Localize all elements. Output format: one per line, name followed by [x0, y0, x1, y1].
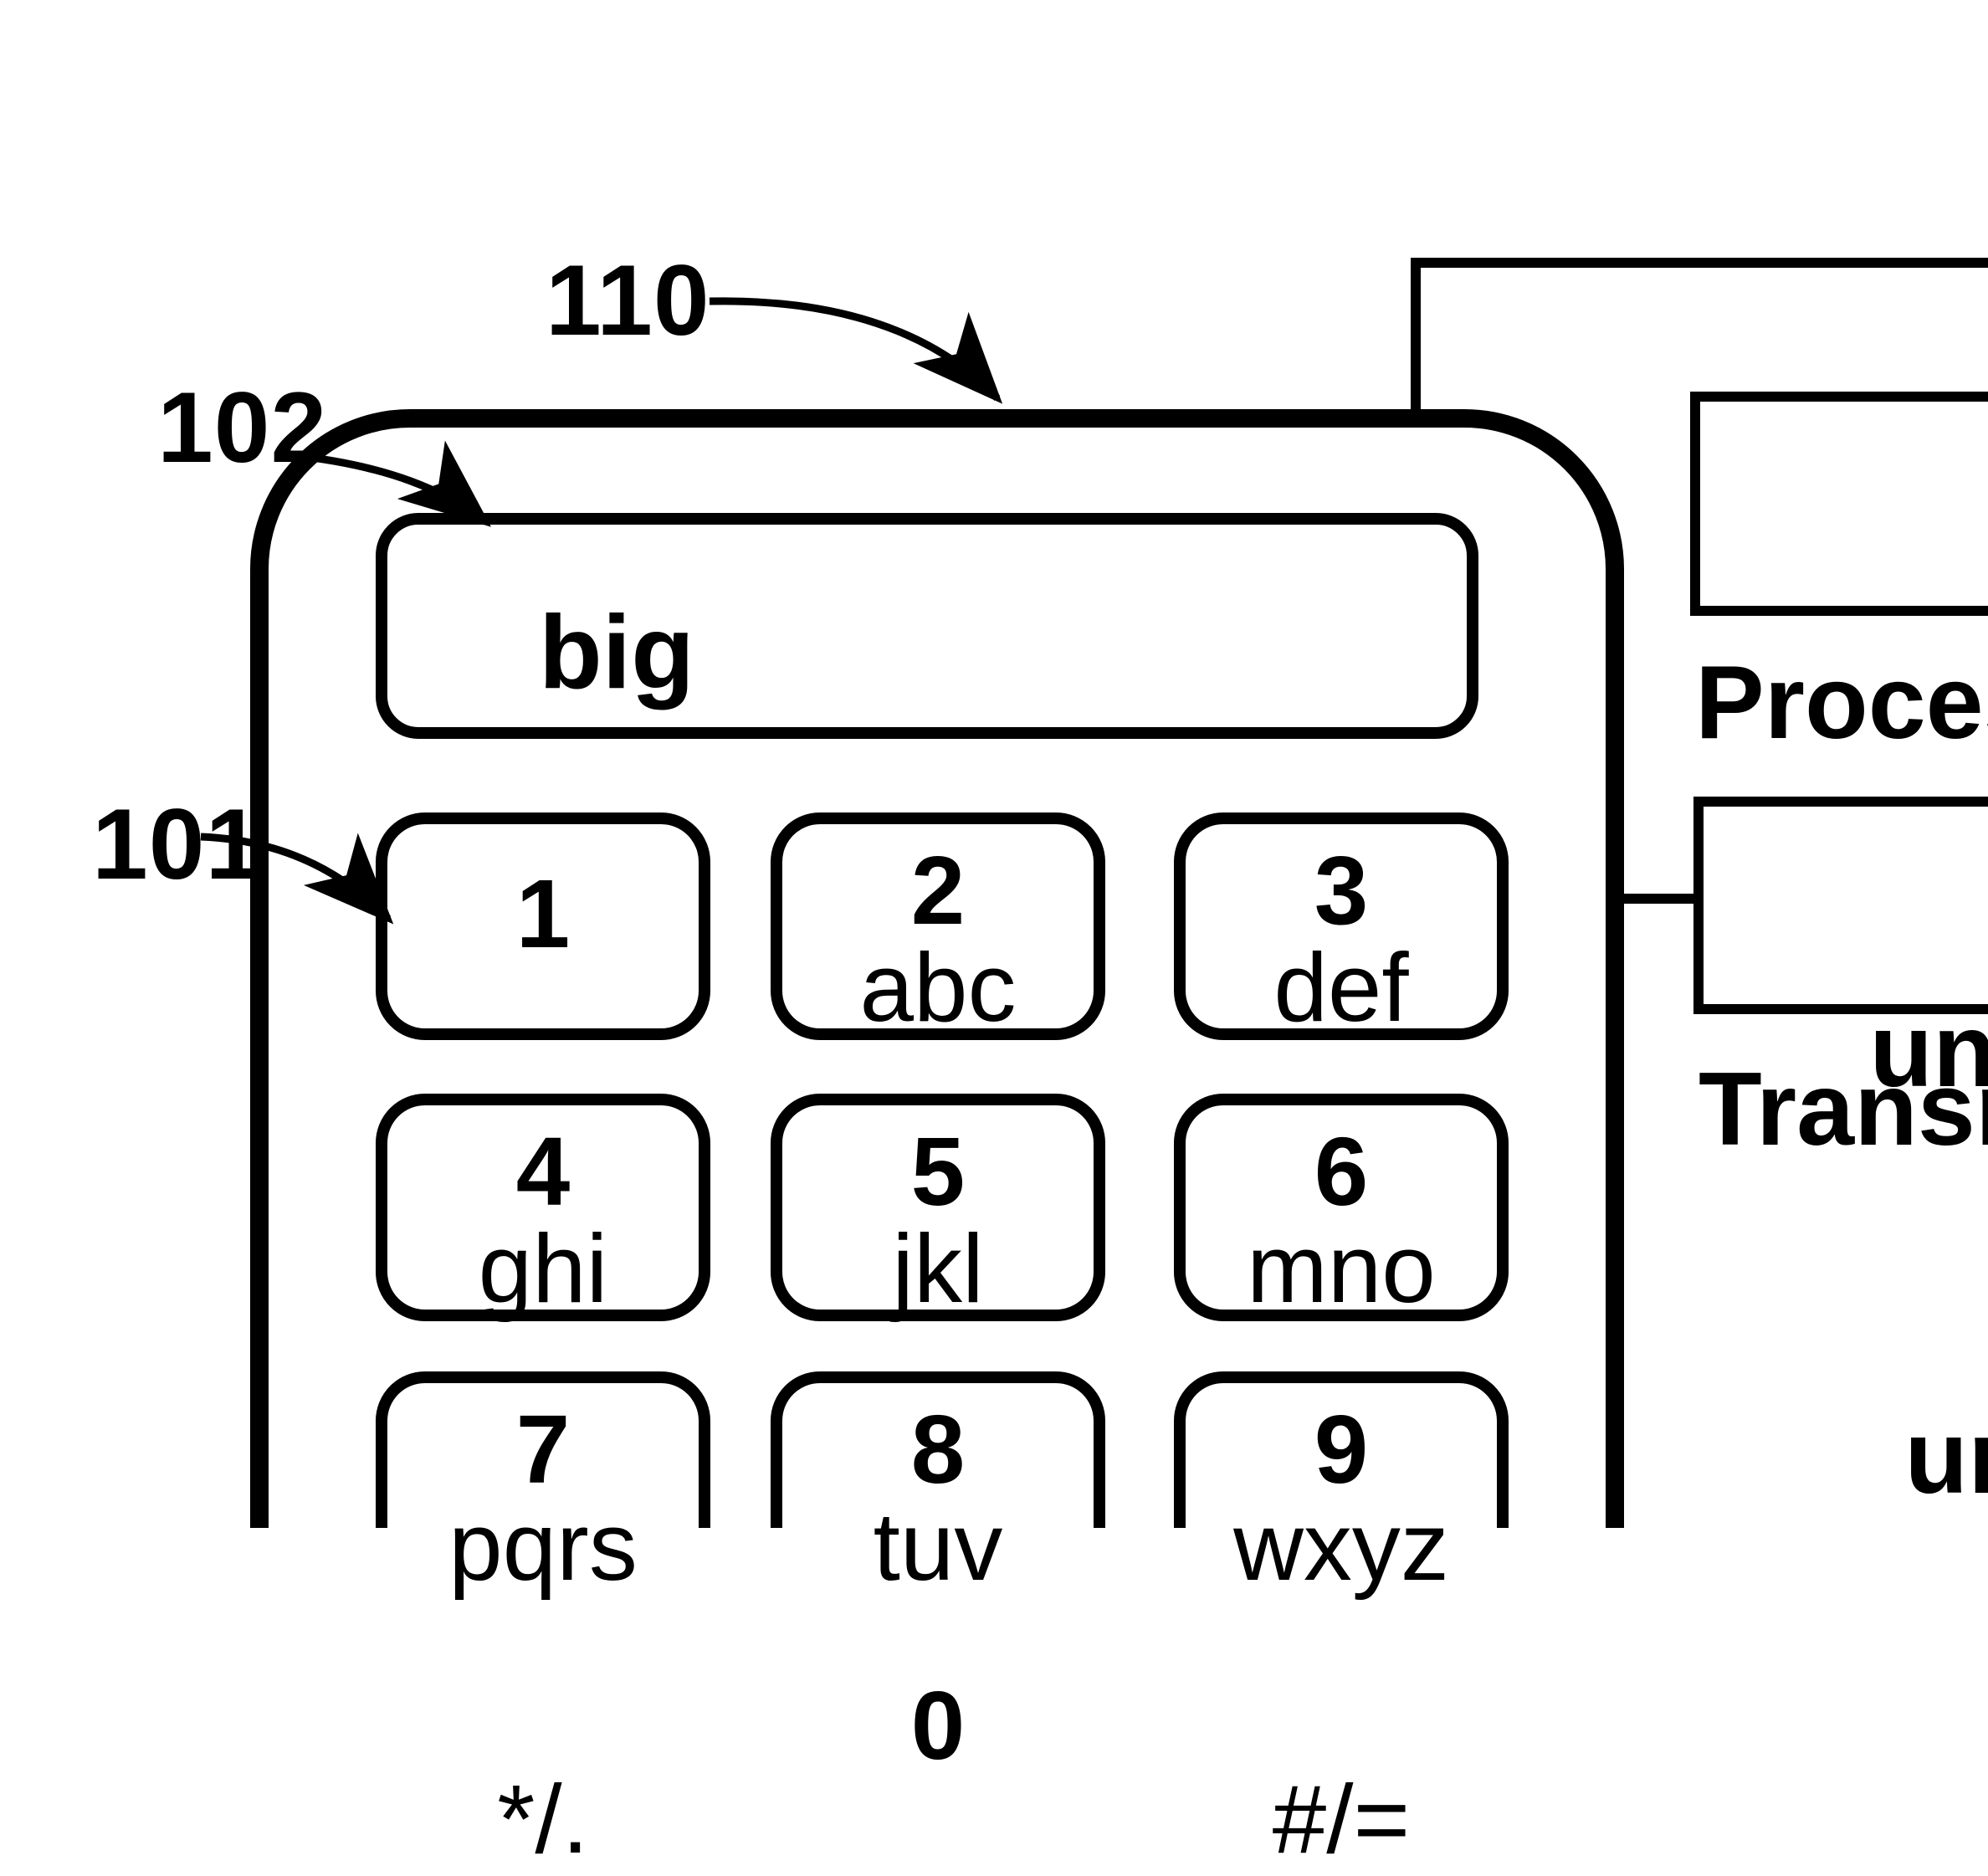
- patent-figure: 110 102 101 120 130 140 100 big Processi…: [0, 0, 1988, 1874]
- key-4[interactable]: 4 ghi: [382, 1099, 705, 1324]
- key-0[interactable]: 0: [776, 1653, 1099, 1869]
- key-7-letters: pqrs: [448, 1493, 638, 1602]
- key-7-digit: 7: [515, 1396, 571, 1504]
- key-8-digit: 8: [910, 1396, 966, 1504]
- key-9-digit: 9: [1314, 1396, 1369, 1504]
- ref-label-110: 110: [546, 244, 710, 356]
- ref-label-101: 101: [92, 788, 263, 900]
- key-1[interactable]: 1: [382, 818, 705, 1034]
- key-4-letters: ghi: [478, 1215, 608, 1324]
- key-1-digit: 1: [515, 860, 571, 969]
- key-2-digit: 2: [910, 837, 966, 946]
- key-6-digit: 6: [1314, 1118, 1369, 1227]
- key-0-digit: 0: [910, 1672, 966, 1781]
- key-hash-symbol: #/=: [1272, 1766, 1411, 1874]
- key-7[interactable]: 7 pqrs: [382, 1377, 705, 1602]
- ref-label-102: 102: [157, 372, 328, 484]
- transmission-unit-label: Transmission unit: [1699, 820, 1988, 1750]
- key-hash[interactable]: #/=: [1180, 1653, 1503, 1874]
- key-5-letters: jkl: [892, 1215, 984, 1324]
- processing-unit-label-line1: Processing: [1695, 645, 1988, 761]
- key-4-digit: 4: [515, 1118, 571, 1227]
- key-star[interactable]: */.: [382, 1653, 705, 1874]
- key-5-digit: 5: [910, 1118, 966, 1227]
- transmission-unit-label-line1: Transmission: [1699, 1052, 1988, 1168]
- key-2-letters: abc: [859, 934, 1017, 1043]
- key-9-letters: wxyz: [1233, 1493, 1449, 1602]
- key-8[interactable]: 8 tuv: [776, 1377, 1099, 1602]
- key-6-letters: mno: [1247, 1215, 1436, 1324]
- key-5[interactable]: 5 jkl: [776, 1099, 1099, 1324]
- key-3[interactable]: 3 def: [1180, 818, 1503, 1043]
- key-6[interactable]: 6 mno: [1180, 1099, 1503, 1324]
- transmission-unit-label-line2: unit: [1904, 1401, 1988, 1517]
- key-star-symbol: */.: [497, 1766, 589, 1874]
- display-value: big: [539, 596, 694, 711]
- key-3-letters: def: [1273, 934, 1409, 1043]
- key-8-letters: tuv: [873, 1493, 1003, 1602]
- key-2[interactable]: 2 abc: [776, 818, 1099, 1043]
- leader-110: [709, 297, 1003, 404]
- key-3-digit: 3: [1314, 837, 1369, 946]
- key-9[interactable]: 9 wxyz: [1180, 1377, 1503, 1602]
